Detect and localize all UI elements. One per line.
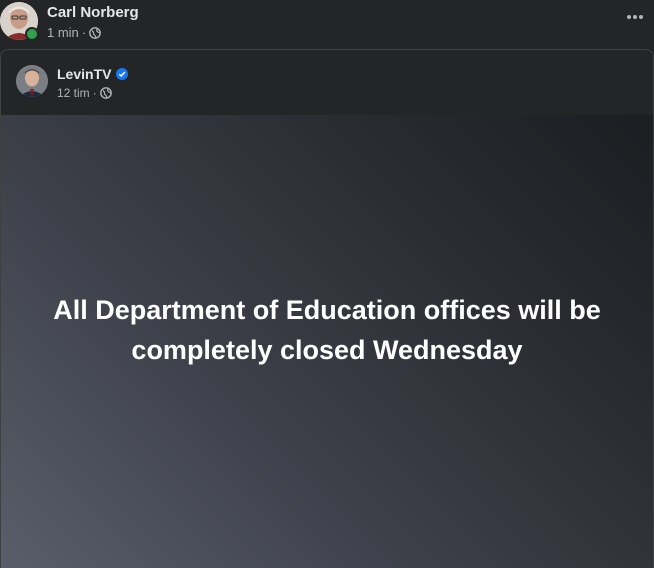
shared-author-avatar[interactable] [16, 65, 48, 97]
avatar-image [16, 65, 48, 97]
shared-author-name[interactable]: LevinTV [57, 66, 129, 82]
meta-separator: · [81, 25, 87, 40]
shared-post-timestamp[interactable]: 12 tim [57, 86, 90, 100]
globe-icon[interactable] [89, 26, 102, 39]
globe-icon[interactable] [99, 87, 112, 99]
more-options-button[interactable] [624, 6, 646, 28]
shared-post-meta: 12 tim · [57, 86, 112, 100]
shared-post-card[interactable]: LevinTV 12 tim · All Department of Educa… [0, 49, 654, 568]
online-status-dot [25, 27, 39, 41]
post-meta: 1 min · [47, 25, 102, 40]
ellipsis-icon [627, 15, 643, 19]
shared-author-label[interactable]: LevinTV [57, 66, 111, 82]
verified-badge-icon [116, 68, 129, 80]
post-timestamp[interactable]: 1 min [47, 25, 79, 40]
text-post-background[interactable]: All Department of Education offices will… [1, 115, 653, 568]
facebook-post: Carl Norberg 1 min · LevinTV 12 tim · Al… [0, 0, 654, 568]
shared-post-header: LevinTV 12 tim · [1, 50, 653, 114]
post-header: Carl Norberg 1 min · [0, 0, 654, 46]
author-avatar-link[interactable] [0, 2, 39, 41]
post-text: All Department of Education offices will… [53, 295, 601, 365]
author-name[interactable]: Carl Norberg [47, 4, 139, 21]
meta-separator: · [92, 86, 97, 100]
